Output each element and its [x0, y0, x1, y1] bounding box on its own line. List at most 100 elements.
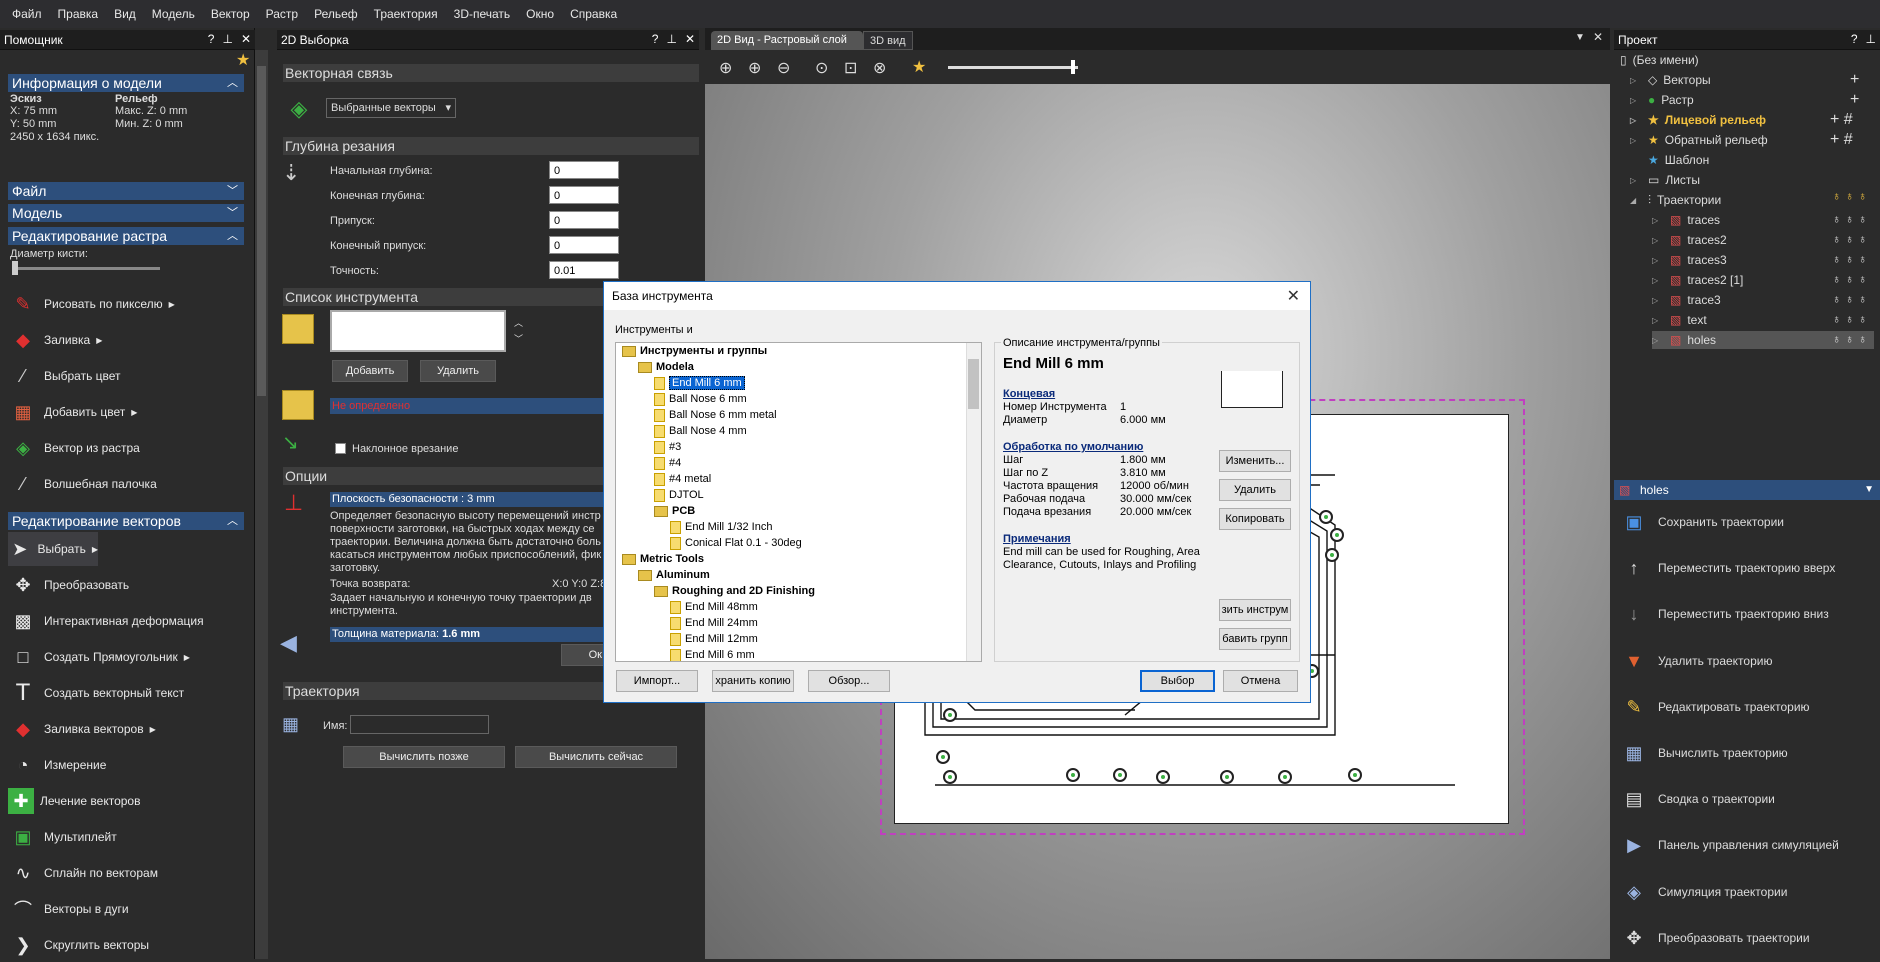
calculate-now-button[interactable]: Вычислить сейчас	[515, 746, 677, 768]
start-depth-input[interactable]: 0	[549, 161, 619, 179]
help-icon[interactable]: ?	[208, 32, 215, 46]
tab-3d-view[interactable]: 3D вид	[863, 31, 913, 50]
tool-magic-wand[interactable]: ⁄ Волшебная палочка	[8, 467, 156, 501]
tab-2d-view[interactable]: 2D Вид - Растровый слой	[711, 31, 863, 50]
tree-tool[interactable]: Ball Nose 6 mm metal	[654, 407, 777, 423]
tool-vector-text[interactable]: T Создать векторный текст	[8, 676, 185, 710]
add-tool-button[interactable]: зить инструм	[1219, 599, 1291, 621]
menu-vector[interactable]: Вектор	[203, 7, 258, 21]
material-thickness-row[interactable]: Толщина материала: 1.6 mm	[330, 627, 605, 642]
pin-icon[interactable]: ⊥	[222, 32, 232, 46]
zoom-1to1-icon[interactable]: ⊙	[815, 58, 828, 78]
calculate-toolpath-item[interactable]: ▦ Вычислить траекторию	[1620, 733, 1787, 773]
calculate-later-button[interactable]: Вычислить позже	[343, 746, 505, 768]
toolpath-traces2[interactable]: ▷ ▧ traces2	[1652, 231, 1727, 249]
toolpath-traces[interactable]: ▷ ▧ traces	[1652, 211, 1720, 229]
spin-up-icon[interactable]: ︿	[514, 316, 523, 329]
layer-opacity-slider[interactable]	[948, 66, 1078, 69]
menu-model[interactable]: Модель	[144, 7, 203, 21]
safe-plane-row[interactable]: Плоскость безопасности : 3 mm	[330, 492, 605, 507]
menu-raster[interactable]: Растр	[258, 7, 306, 21]
ramp-checkbox[interactable]	[335, 443, 346, 454]
cancel-button[interactable]: Отмена	[1223, 670, 1298, 692]
project-back-relief[interactable]: ▷ ★ Обратный рельеф	[1630, 131, 1768, 149]
tool-interactive-warp[interactable]: ▩ Интерактивная деформация	[8, 604, 203, 638]
tree-group-pcb[interactable]: PCB	[654, 503, 695, 519]
project-template[interactable]: ★ Шаблон	[1630, 151, 1709, 169]
raster-edit-header[interactable]: Редактирование растра ︿	[8, 227, 244, 245]
menu-window[interactable]: Окно	[518, 7, 562, 21]
save-copy-button[interactable]: хранить копию	[712, 670, 794, 692]
tool-select[interactable]: ➤ Выбрать ▶	[8, 532, 98, 566]
tool-heal-vectors[interactable]: ✚ Лечение векторов	[8, 784, 140, 818]
transform-toolpaths-item[interactable]: ✥ Преобразовать траектории	[1620, 918, 1809, 958]
tree-group-roughing[interactable]: Roughing and 2D Finishing	[654, 583, 815, 599]
allowance-input[interactable]: 0	[549, 211, 619, 229]
move-down-item[interactable]: ↓ Переместить траекторию вниз	[1620, 594, 1829, 634]
tree-tool[interactable]: Conical Flat 0.1 - 30deg	[670, 535, 802, 551]
close-icon[interactable]: ✕	[241, 32, 251, 46]
zoom-out-icon[interactable]: ⊖	[777, 58, 790, 78]
zoom-window-icon[interactable]: ⊗	[873, 58, 886, 78]
toolpath-traces2-1[interactable]: ▷ ▧ traces2 [1]	[1652, 271, 1743, 289]
import-button[interactable]: Импорт...	[616, 670, 698, 692]
panel-menu-icon[interactable]: ▼	[1864, 480, 1874, 500]
vector-select-dropdown[interactable]: Выбранные векторы ▾	[326, 98, 456, 118]
spin-down-icon[interactable]: ﹀	[514, 332, 523, 345]
toolpath-name-input[interactable]	[350, 715, 489, 734]
close-icon[interactable]: ✕	[685, 32, 695, 46]
zoom-fit-icon[interactable]: ⊕	[719, 58, 732, 78]
toolpath-visibility-icons[interactable]: ♁♁♁ ♁♁♁ ♁♁♁ ♁♁♁ ♁♁♁ ♁♁♁ ♁♁♁	[1832, 209, 1878, 349]
simulate-toolpath-item[interactable]: ◈ Симуляция траектории	[1620, 872, 1787, 912]
menu-relief[interactable]: Рельеф	[306, 7, 366, 21]
menu-file[interactable]: Файл	[4, 7, 50, 21]
tree-tool[interactable]: #4	[654, 455, 681, 471]
project-front-relief[interactable]: ▷ ★ Лицевой рельеф	[1630, 111, 1766, 129]
tree-tool[interactable]: End Mill 12mm	[670, 631, 758, 647]
model-info-header[interactable]: Информация о модели ︿	[8, 74, 244, 92]
tool-create-rectangle[interactable]: □ Создать Прямоугольник ▶	[8, 640, 190, 674]
menu-edit[interactable]: Правка	[50, 7, 107, 21]
add-group-button[interactable]: бавить групп	[1219, 628, 1291, 650]
toolpaths-visibility-icons[interactable]: ♁♁♁	[1832, 189, 1878, 203]
brush-slider[interactable]	[12, 267, 160, 270]
add-raster-icon[interactable]: +	[1850, 91, 1859, 109]
dialog-close-icon[interactable]: ✕	[1287, 286, 1300, 306]
brush-slider-handle[interactable]	[12, 261, 18, 275]
tool-fill-vectors[interactable]: ◆ Заливка векторов ▶	[8, 712, 156, 746]
tool-transform[interactable]: ✥ Преобразовать	[8, 568, 129, 602]
help-icon[interactable]: ?	[652, 32, 659, 46]
help-icon[interactable]: ?	[1851, 32, 1858, 46]
copy-tool-button[interactable]: Копировать	[1219, 508, 1291, 530]
add-vectors-icon[interactable]: +	[1850, 71, 1859, 89]
tree-root[interactable]: Инструменты и группы	[622, 343, 767, 359]
add-tool-button[interactable]: Добавить	[332, 360, 408, 382]
move-up-item[interactable]: ↑ Переместить траекторию вверх	[1620, 548, 1836, 588]
menu-3d-print[interactable]: 3D-печать	[446, 7, 519, 21]
tree-tool[interactable]: End Mill 24mm	[670, 615, 758, 631]
simulation-panel-item[interactable]: ▶ Панель управления симуляцией	[1620, 825, 1839, 865]
tree-tool[interactable]: Ball Nose 4 mm	[654, 423, 747, 439]
tool-vectors-to-arcs[interactable]: ⌒ Векторы в дуги	[8, 892, 129, 926]
project-raster[interactable]: ▷ ● Растр	[1630, 91, 1694, 109]
tree-group-modela[interactable]: Modela	[638, 359, 694, 375]
second-tool-slot[interactable]: Не определено	[330, 398, 605, 414]
menu-toolpath[interactable]: Траектория	[366, 7, 446, 21]
tool-round-vectors[interactable]: ❯ Скруглить векторы	[8, 928, 149, 962]
close-view-icon[interactable]: ✕	[1593, 30, 1603, 44]
tool-multiplate[interactable]: ▣ Мультиплейт	[8, 820, 116, 854]
end-depth-input[interactable]: 0	[549, 186, 619, 204]
model-section-header[interactable]: Модель ﹀	[8, 204, 244, 222]
tree-tool[interactable]: Ball Nose 6 mm	[654, 391, 747, 407]
project-sheets[interactable]: ▷ ▭ Листы	[1630, 171, 1700, 189]
menu-view[interactable]: Вид	[106, 7, 144, 21]
select-button[interactable]: Выбор	[1140, 670, 1215, 692]
tool-draw-pixel[interactable]: ✎ Рисовать по пикселю ▶	[8, 287, 174, 321]
tool-add-color[interactable]: ▦ Добавить цвет ▶	[8, 395, 137, 429]
snap-star-icon[interactable]: ★	[912, 57, 926, 77]
tree-group-aluminum[interactable]: Aluminum	[638, 567, 710, 583]
tree-tool[interactable]: #4 metal	[654, 471, 711, 487]
helper-scroll-thumb[interactable]	[257, 66, 266, 396]
project-toolpaths[interactable]: ◢ ⫶ Траектории	[1630, 191, 1721, 209]
precision-input[interactable]: 0.01	[549, 261, 619, 279]
